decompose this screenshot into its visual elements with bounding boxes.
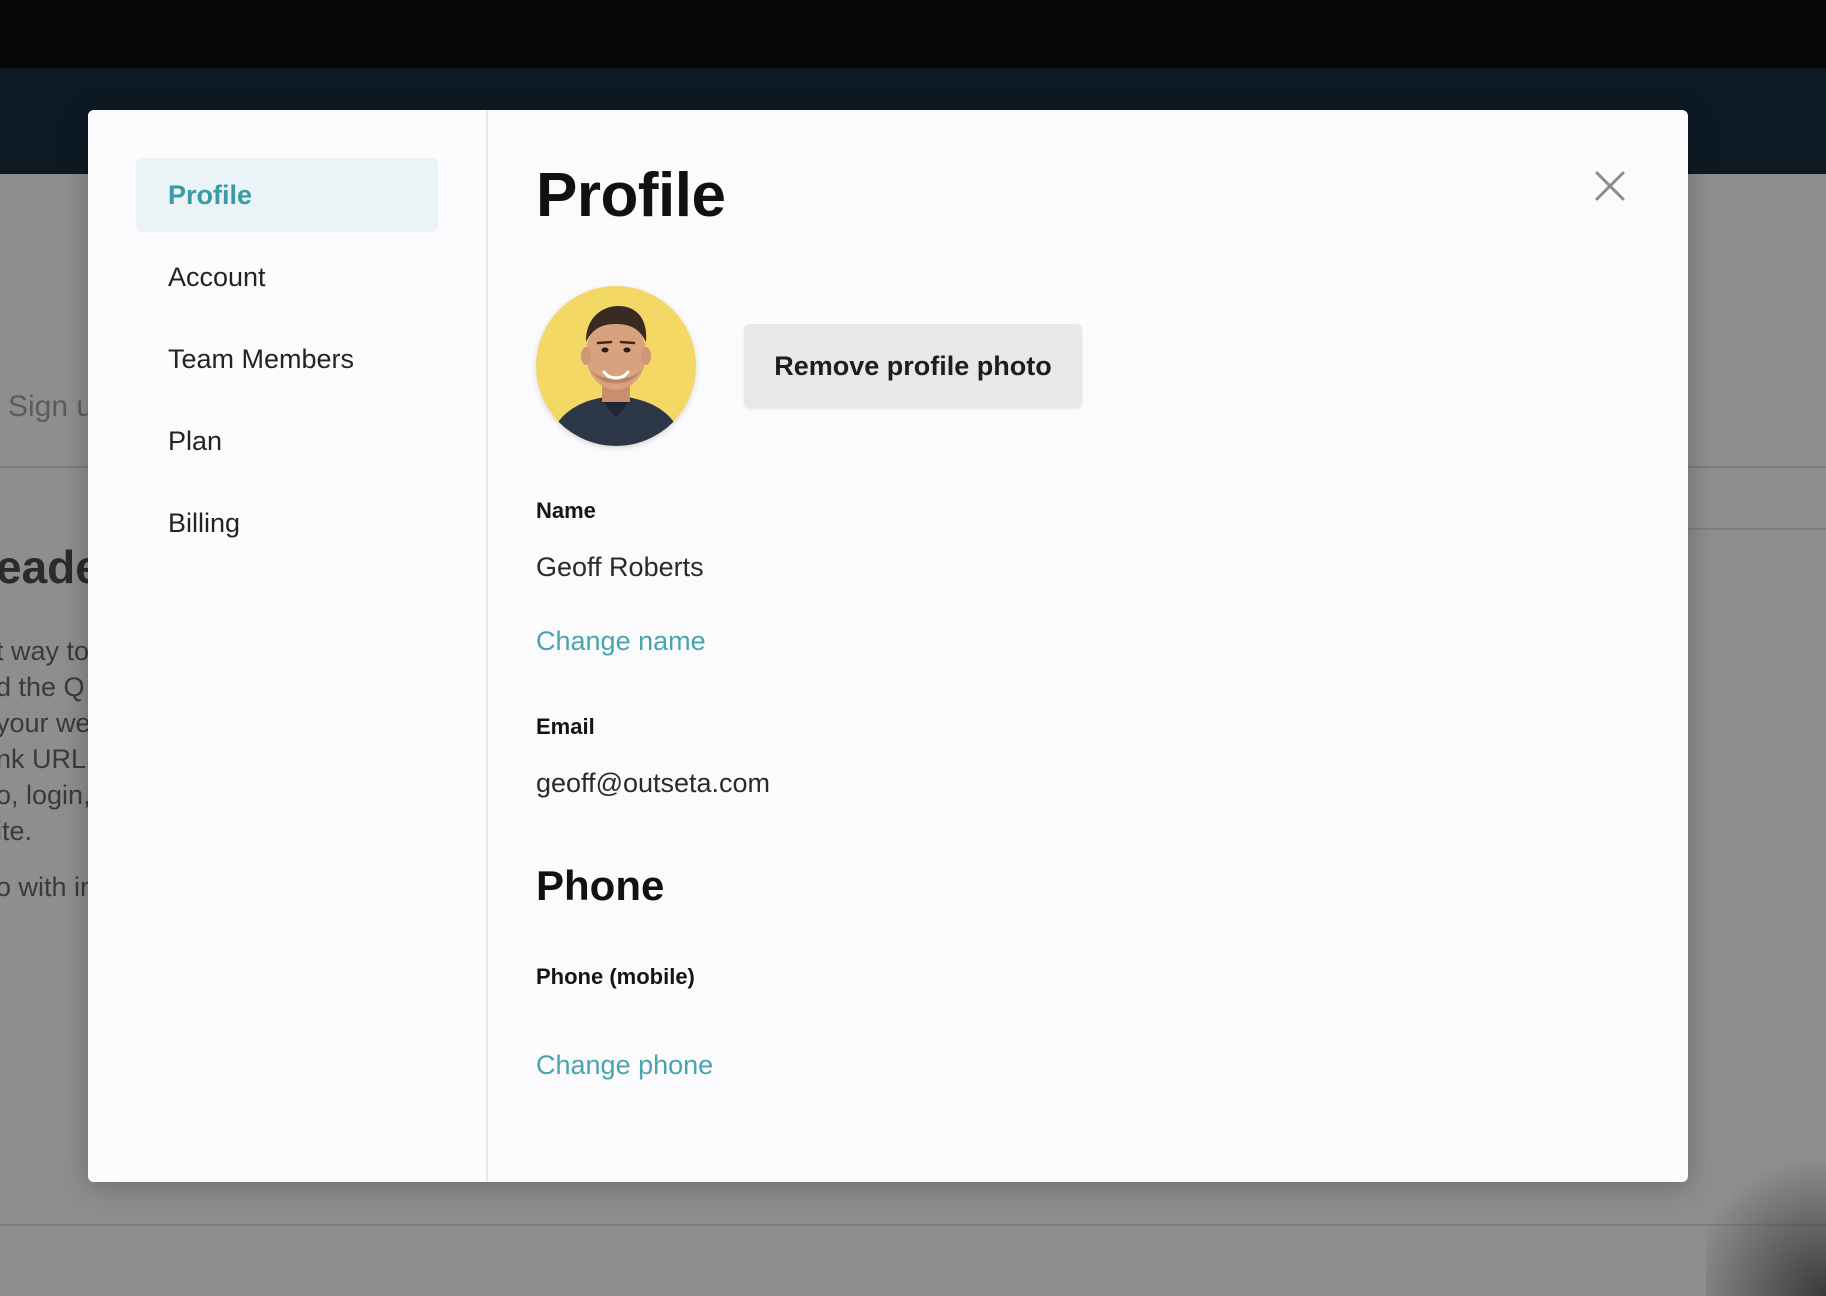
background-paragraph-line: ite. bbox=[0, 816, 33, 846]
background-paragraph-line: your we bbox=[0, 708, 91, 738]
background-paragraph-line: o, login, bbox=[0, 780, 91, 810]
sidebar-item-team-members[interactable]: Team Members bbox=[136, 322, 438, 396]
phone-section-title: Phone bbox=[536, 862, 665, 909]
avatar[interactable] bbox=[536, 286, 696, 446]
sidebar-item-label: Account bbox=[168, 261, 266, 292]
name-value: Geoff Roberts bbox=[536, 552, 704, 582]
profile-photo bbox=[536, 286, 696, 446]
settings-sidebar: Profile Account Team Members Plan Billin… bbox=[88, 110, 488, 1182]
phone-label: Phone (mobile) bbox=[536, 964, 695, 989]
sidebar-item-label: Profile bbox=[168, 179, 253, 210]
profile-modal: Profile Account Team Members Plan Billin… bbox=[88, 110, 1688, 1182]
background-paragraph-line: d the Q bbox=[0, 672, 85, 702]
background-paragraph-line: o with in bbox=[0, 872, 96, 902]
background-heading: eade bbox=[0, 541, 101, 593]
background-divider bbox=[0, 1224, 1826, 1226]
change-phone-link[interactable]: Change phone bbox=[536, 1050, 713, 1081]
page-title: Profile bbox=[536, 161, 726, 230]
background-paragraph-line: t way to bbox=[0, 636, 90, 666]
name-label: Name bbox=[536, 498, 596, 523]
sidebar-item-profile[interactable]: Profile bbox=[136, 158, 438, 232]
sidebar-item-plan[interactable]: Plan bbox=[136, 404, 438, 478]
sidebar-item-label: Billing bbox=[168, 507, 241, 538]
close-button[interactable] bbox=[1588, 164, 1632, 208]
email-label: Email bbox=[536, 714, 595, 739]
background-corner-shadow bbox=[1706, 1136, 1826, 1296]
sidebar-item-account[interactable]: Account bbox=[136, 240, 438, 314]
close-icon bbox=[1595, 171, 1625, 201]
background-paragraph-line: nk URL bbox=[0, 744, 87, 774]
email-value: geoff@outseta.com bbox=[536, 768, 771, 798]
remove-profile-photo-button[interactable]: Remove profile photo bbox=[744, 324, 1082, 408]
sidebar-item-label: Plan bbox=[168, 425, 223, 456]
profile-panel: Profile Remove profile photo Name Geoff … bbox=[488, 110, 1688, 1182]
background-top-bar bbox=[0, 0, 1826, 68]
background-signup-text: Sign u bbox=[8, 390, 94, 423]
sidebar-item-billing[interactable]: Billing bbox=[136, 486, 438, 560]
change-name-link[interactable]: Change name bbox=[536, 626, 706, 657]
sidebar-item-label: Team Members bbox=[168, 343, 355, 374]
